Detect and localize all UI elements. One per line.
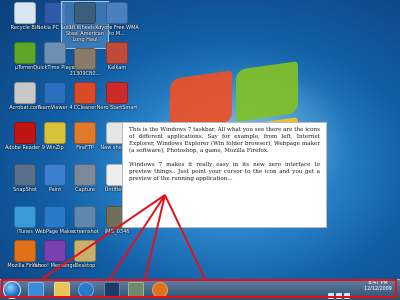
arrow-to-firefox xyxy=(164,194,206,280)
annotation-arrows xyxy=(41,194,206,280)
arrow-to-webpage-maker xyxy=(109,194,166,280)
arrow-to-ie xyxy=(41,194,166,280)
desktop: Recycle Bin Nokia PC Suite 18 Wheels of … xyxy=(0,0,400,300)
taskbar-highlight-box xyxy=(1,279,397,298)
